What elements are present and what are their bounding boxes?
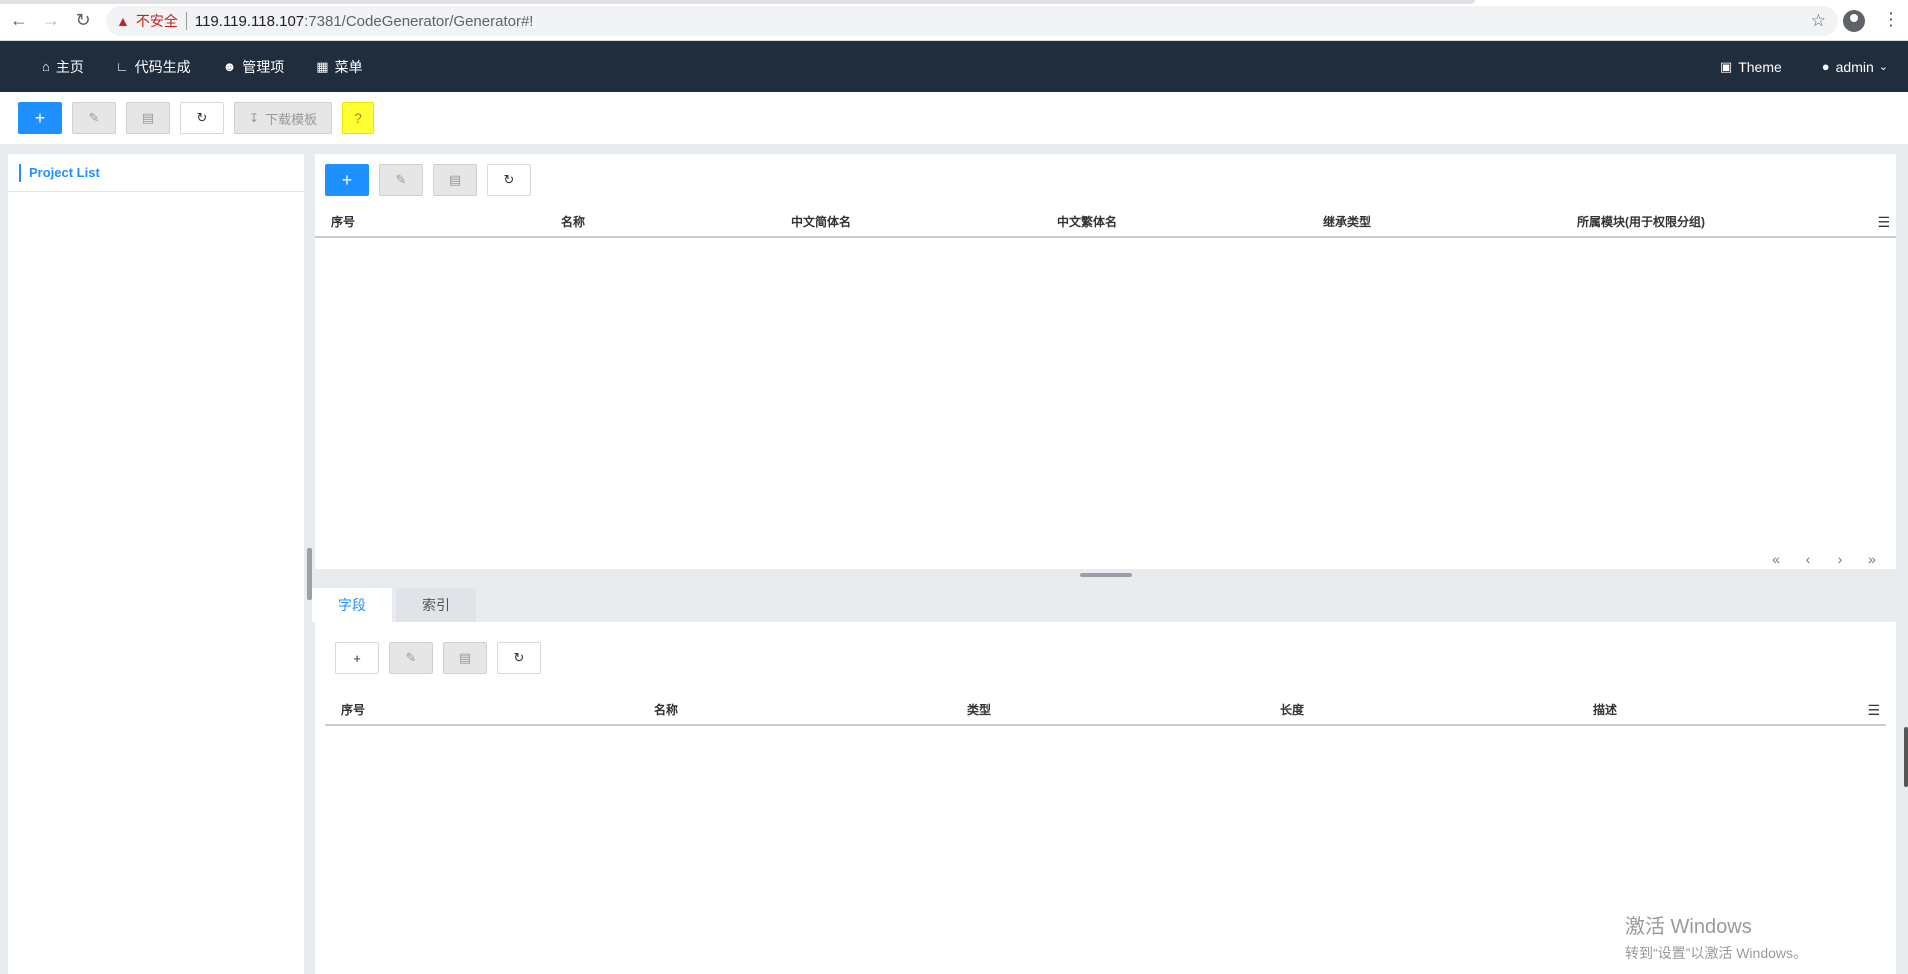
column-header-type[interactable]: 类型 bbox=[951, 701, 1264, 718]
edit-icon: ✎ bbox=[405, 650, 417, 665]
column-header-simplified-name[interactable]: 中文简体名 bbox=[775, 213, 1041, 230]
browser-toolbar: ← → ↻ ▲ 不安全 119.119.118.107 :7381/CodeGe… bbox=[0, 0, 1908, 41]
field-toolbar: + ✎ ▤ ↻ bbox=[315, 622, 1896, 694]
delete-entity-button[interactable]: ▤ bbox=[433, 164, 477, 196]
app-navbar: ⌂ 主页 ∟ 代码生成 ☻ 管理项 ▦ 菜单 ▣ Theme ● admin ⌄ bbox=[0, 41, 1908, 92]
plus-icon: + bbox=[353, 650, 361, 666]
add-field-button[interactable]: + bbox=[335, 642, 379, 674]
chevron-down-icon: ⌄ bbox=[1878, 61, 1888, 73]
edit-button[interactable]: ✎ bbox=[72, 102, 116, 134]
refresh-entity-button[interactable]: ↻ bbox=[487, 164, 531, 196]
project-toolbar: + ✎ ▤ ↻ ↧ 下载模板 ? bbox=[0, 92, 1908, 144]
prev-page-icon[interactable]: ‹ bbox=[1792, 551, 1824, 567]
navbar-right: ▣ Theme ● admin ⌄ bbox=[1674, 41, 1908, 92]
nav-item-management[interactable]: ☻ 管理项 bbox=[207, 41, 301, 92]
home-icon: ⌂ bbox=[42, 59, 50, 74]
column-menu-icon[interactable]: ☰ bbox=[1877, 214, 1890, 231]
add-entity-button[interactable]: + bbox=[325, 164, 369, 196]
entity-toolbar: + ✎ ▤ ↻ bbox=[315, 154, 1896, 206]
first-page-icon[interactable]: « bbox=[1760, 551, 1792, 567]
column-menu-icon[interactable]: ☰ bbox=[1867, 702, 1880, 719]
refresh-icon: ↻ bbox=[503, 172, 515, 187]
nav-item-menu[interactable]: ▦ 菜单 bbox=[300, 41, 378, 92]
nav-item-label: 菜单 bbox=[334, 58, 363, 75]
help-button[interactable]: ? bbox=[342, 102, 375, 134]
edit-icon: ✎ bbox=[395, 172, 407, 187]
column-header-index[interactable]: 序号 bbox=[325, 701, 638, 718]
back-icon[interactable]: ← bbox=[6, 7, 32, 33]
refresh-button[interactable]: ↻ bbox=[180, 102, 224, 134]
download-template-button[interactable]: ↧ 下载模板 bbox=[234, 102, 333, 134]
tab-fields[interactable]: 字段 bbox=[312, 588, 392, 622]
page-scrollbar[interactable] bbox=[1904, 727, 1908, 787]
column-header-index[interactable]: 序号 bbox=[315, 213, 545, 230]
edit-field-button[interactable]: ✎ bbox=[389, 642, 433, 674]
next-page-icon[interactable]: › bbox=[1824, 551, 1856, 567]
theme-label: Theme bbox=[1738, 58, 1782, 75]
column-header-name[interactable]: 名称 bbox=[545, 213, 775, 230]
last-page-icon[interactable]: » bbox=[1856, 551, 1888, 567]
theme-button[interactable]: ▣ Theme bbox=[1700, 41, 1802, 92]
user-menu[interactable]: ● admin ⌄ bbox=[1802, 41, 1908, 92]
column-header-name[interactable]: 名称 bbox=[638, 701, 951, 718]
project-list-panel: Project List bbox=[8, 154, 304, 974]
windows-activation-watermark: 激活 Windows 转到“设置”以激活 Windows。 bbox=[1625, 910, 1807, 963]
add-button[interactable]: + bbox=[18, 102, 62, 134]
column-header-inherit-type[interactable]: 继承类型 bbox=[1307, 213, 1561, 230]
refresh-icon: ↻ bbox=[196, 110, 208, 125]
nav-item-code-generation[interactable]: ∟ 代码生成 bbox=[100, 41, 207, 92]
address-bar[interactable]: ▲ 不安全 119.119.118.107 :7381/CodeGenerato… bbox=[106, 6, 1838, 36]
edit-icon: ✎ bbox=[88, 110, 100, 125]
column-header-module[interactable]: 所属模块(用于权限分组) bbox=[1561, 213, 1821, 230]
user-icon: ● bbox=[1821, 59, 1830, 74]
download-template-label: 下载模板 bbox=[265, 111, 318, 127]
entity-panel: + ✎ ▤ ↻ 序号 名称 中文简体名 中文繁体名 继承类型 所属模块(用于权限… bbox=[315, 154, 1896, 569]
watermark-title: 激活 Windows bbox=[1625, 916, 1752, 938]
insecure-label: 不安全 bbox=[135, 13, 178, 29]
delete-field-button[interactable]: ▤ bbox=[443, 642, 487, 674]
detail-tabs: 字段 索引 bbox=[312, 588, 480, 622]
nav-item-label: 主页 bbox=[55, 58, 84, 75]
tab-strip bbox=[0, 0, 1475, 4]
watermark-subtitle: 转到“设置”以激活 Windows。 bbox=[1625, 945, 1808, 961]
user-outline-icon: ☻ bbox=[222, 59, 237, 74]
profile-icon[interactable] bbox=[1843, 10, 1865, 32]
column-header-length[interactable]: 长度 bbox=[1264, 701, 1577, 718]
shirt-icon: ▣ bbox=[1719, 58, 1733, 74]
download-icon: ↧ bbox=[249, 111, 260, 125]
delete-button[interactable]: ▤ bbox=[126, 102, 170, 134]
bookmark-star-icon[interactable]: ☆ bbox=[1811, 11, 1826, 31]
plus-icon: + bbox=[341, 169, 353, 190]
grid-icon: ▦ bbox=[316, 58, 329, 74]
refresh-field-button[interactable]: ↻ bbox=[497, 642, 541, 674]
url-path: :7381/CodeGenerator/Generator#! bbox=[304, 12, 534, 30]
divider bbox=[185, 12, 187, 30]
column-header-description[interactable]: 描述 bbox=[1577, 701, 1857, 718]
reload-icon[interactable]: ↻ bbox=[70, 7, 96, 33]
entity-grid-header: 序号 名称 中文简体名 中文繁体名 继承类型 所属模块(用于权限分组) ☰ bbox=[315, 206, 1896, 238]
plus-icon: + bbox=[34, 107, 46, 128]
chart-icon: ∟ bbox=[115, 59, 129, 74]
warning-icon: ▲ bbox=[116, 13, 130, 29]
refresh-icon: ↻ bbox=[513, 650, 525, 665]
nav-item-label: 管理项 bbox=[242, 58, 285, 75]
nav-item-label: 代码生成 bbox=[134, 58, 191, 75]
forward-icon[interactable]: → bbox=[38, 7, 64, 33]
column-header-traditional-name[interactable]: 中文繁体名 bbox=[1041, 213, 1307, 230]
horizontal-splitter[interactable] bbox=[1080, 573, 1132, 577]
edit-entity-button[interactable]: ✎ bbox=[379, 164, 423, 196]
question-icon: ? bbox=[354, 110, 362, 126]
trash-icon: ▤ bbox=[458, 650, 472, 665]
more-menu-icon[interactable]: ⋮ bbox=[1882, 9, 1900, 29]
tab-indexes[interactable]: 索引 bbox=[396, 588, 476, 622]
field-grid-header: 序号 名称 类型 长度 描述 ☰ bbox=[325, 694, 1886, 726]
trash-icon: ▤ bbox=[448, 172, 462, 187]
sidebar-title: Project List bbox=[8, 154, 304, 192]
nav-item-home[interactable]: ⌂ 主页 bbox=[26, 41, 100, 92]
url-host: 119.119.118.107 bbox=[194, 12, 305, 30]
username: admin bbox=[1835, 58, 1874, 75]
pager: « ‹ › » bbox=[1760, 551, 1888, 567]
trash-icon: ▤ bbox=[141, 110, 155, 125]
